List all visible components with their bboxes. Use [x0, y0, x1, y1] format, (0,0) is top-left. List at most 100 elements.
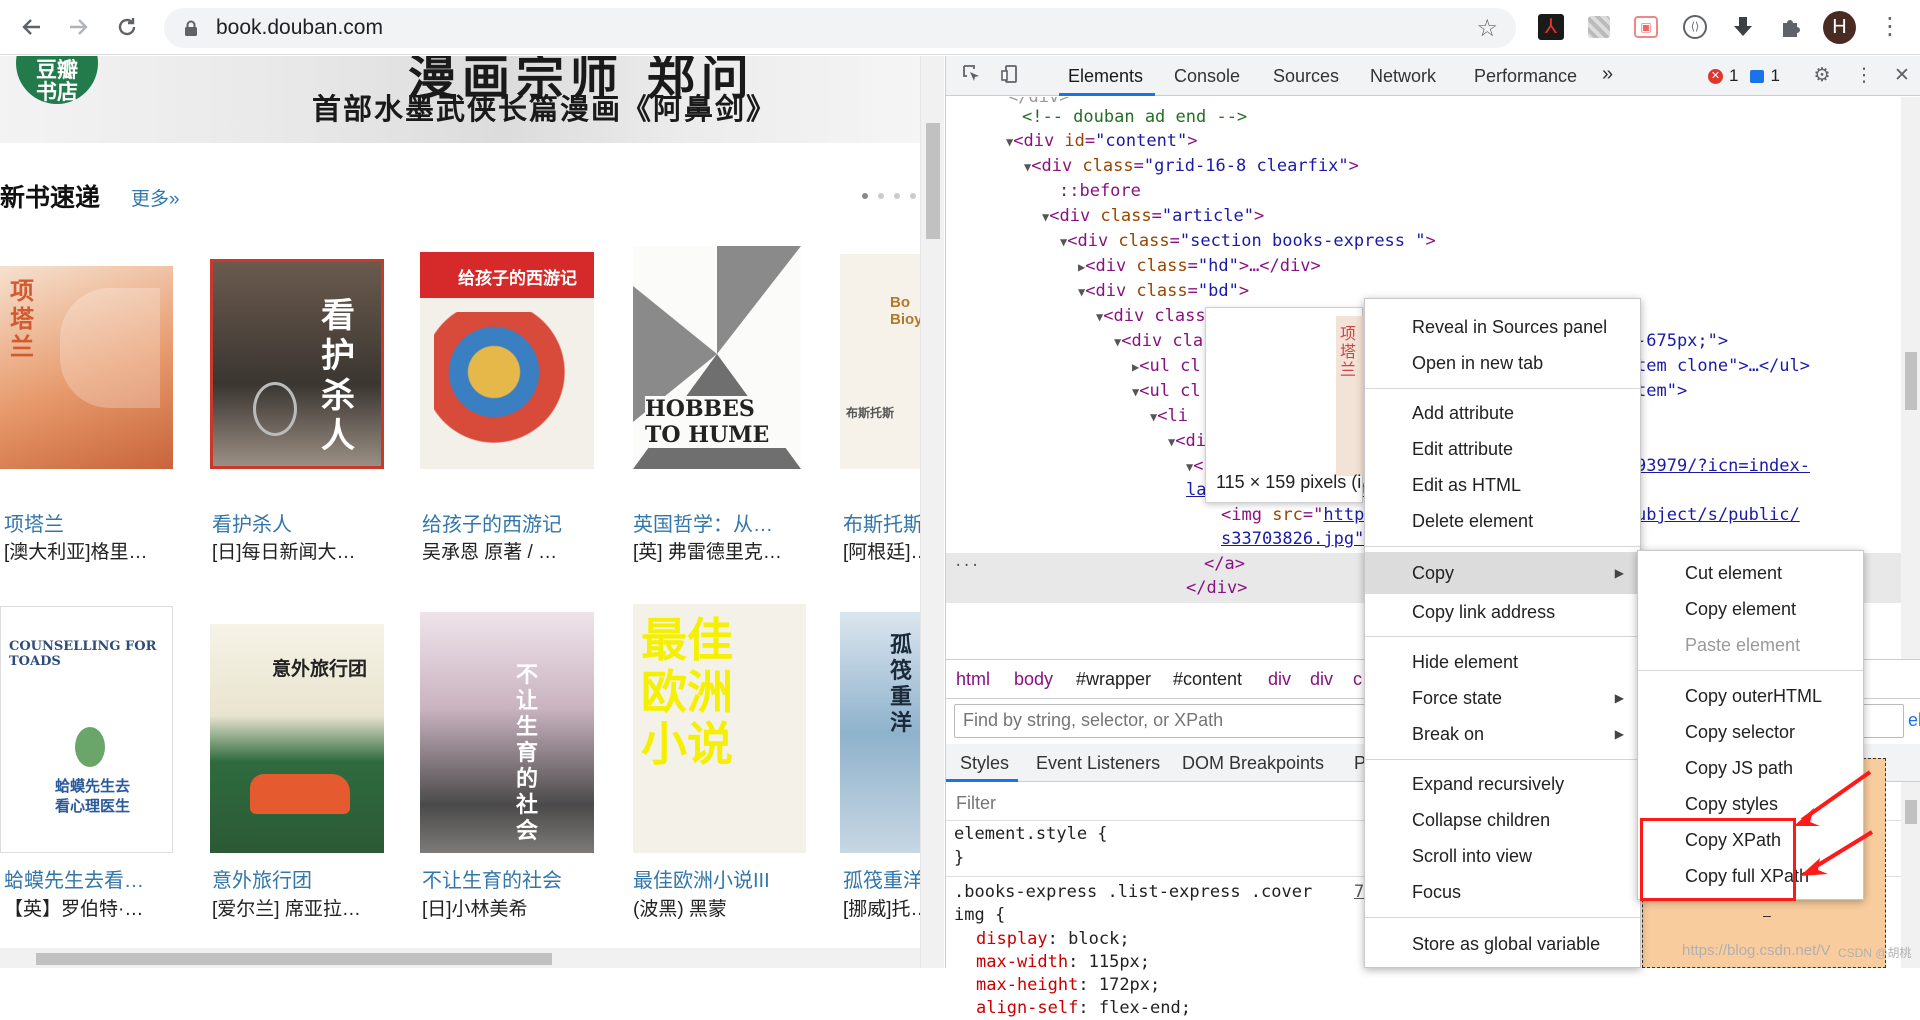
dom-line[interactable]: ▼<div class="article">: [1042, 204, 1264, 228]
scrollbar-thumb[interactable]: [926, 123, 940, 239]
grid-extension-icon[interactable]: [1584, 12, 1614, 42]
device-toolbar-icon[interactable]: [998, 64, 1022, 88]
url-text[interactable]: book.douban.com: [216, 16, 383, 40]
dom-line[interactable]: ▶<ul cl: [1132, 354, 1201, 378]
back-arrow-icon[interactable]: [16, 12, 46, 42]
breadcrumb-item[interactable]: #content: [1173, 669, 1242, 690]
scrollbar-thumb[interactable]: [1905, 352, 1917, 410]
scrollbar-thumb[interactable]: [1905, 800, 1917, 824]
dom-line-right[interactable]: 93979/?icn=index-: [1636, 454, 1810, 478]
menu-item-copy-outerhtml[interactable]: Copy outerHTML: [1638, 678, 1863, 714]
menu-item-focus[interactable]: Focus: [1365, 874, 1640, 910]
tab-sources[interactable]: Sources: [1273, 66, 1339, 87]
book-title[interactable]: 孤筏重洋: [843, 864, 920, 893]
dom-line[interactable]: ▼<div class="bd">: [1078, 279, 1249, 303]
devtools-menu-icon[interactable]: ⋮: [1852, 64, 1876, 88]
book-cover[interactable]: 意外旅行团: [210, 624, 384, 853]
ad-banner[interactable]: 豆瓣 书店 漫画宗师 郑问 首部水墨武侠长篇漫画《阿鼻剑》: [0, 56, 920, 143]
css-property[interactable]: display: block;: [976, 927, 1130, 951]
book-cover[interactable]: BoBioyC 布斯托斯: [840, 254, 920, 469]
breadcrumb-item[interactable]: c: [1353, 669, 1362, 690]
menu-item-edit-attribute[interactable]: Edit attribute: [1365, 431, 1640, 467]
dom-line-right[interactable]: ubject/s/public/: [1636, 503, 1800, 527]
book-cover[interactable]: COUNSELLING FOR TOADS 蛤蟆先生去看心理医生: [0, 606, 173, 853]
profile-avatar[interactable]: H: [1823, 11, 1856, 44]
scrollbar-thumb[interactable]: [36, 953, 552, 965]
reload-icon[interactable]: [112, 12, 142, 42]
dom-line[interactable]: <!-- douban ad end -->: [1022, 105, 1247, 129]
tab-elements[interactable]: Elements: [1068, 66, 1143, 87]
dom-line[interactable]: <img src="https: [1221, 503, 1375, 527]
tab-styles[interactable]: Styles: [960, 753, 1009, 774]
menu-item-copy[interactable]: Copy ▶: [1365, 552, 1640, 594]
menu-item-delete-element[interactable]: Delete element: [1365, 503, 1640, 539]
rule-selector[interactable]: .books-express .list-express .cover: [954, 880, 1312, 904]
tab-console[interactable]: Console: [1174, 66, 1240, 87]
book-cover[interactable]: 孤筏重洋: [840, 612, 920, 853]
dom-scrollbar[interactable]: [1901, 97, 1920, 659]
breadcrumb-item[interactable]: div: [1310, 669, 1333, 690]
download-icon[interactable]: [1728, 12, 1758, 42]
inspect-element-icon[interactable]: [960, 64, 984, 88]
book-title[interactable]: 意外旅行团: [212, 864, 312, 893]
carousel-dot[interactable]: [894, 193, 900, 199]
chrome-menu-icon[interactable]: ⋮: [1878, 12, 1902, 42]
code-extension-icon[interactable]: ⟨⟩: [1680, 12, 1710, 42]
tab-dom-breakpoints[interactable]: DOM Breakpoints: [1182, 753, 1324, 774]
book-title[interactable]: 给孩子的西游记: [422, 508, 562, 537]
menu-item-add-attribute[interactable]: Add attribute: [1365, 395, 1640, 431]
book-title[interactable]: 英国哲学：从…: [633, 508, 773, 537]
book-cover[interactable]: HOBBES TO HUME: [633, 246, 801, 469]
carousel-dot[interactable]: [878, 193, 884, 199]
book-cover[interactable]: 不让生育的社会: [420, 612, 594, 853]
book-title[interactable]: 不让生育的社会: [422, 864, 562, 893]
carousel-dots[interactable]: [862, 193, 916, 199]
book-title[interactable]: 蛤蟆先生去看…: [4, 864, 144, 893]
dom-line[interactable]: ::before: [1059, 179, 1141, 203]
menu-item-collapse-children[interactable]: Collapse children: [1365, 802, 1640, 838]
carousel-dot[interactable]: [862, 193, 868, 199]
menu-item-store-as-global[interactable]: Store as global variable: [1365, 926, 1640, 962]
dom-line[interactable]: ▼<di: [1168, 429, 1206, 453]
menu-item-copy-selector[interactable]: Copy selector: [1638, 714, 1863, 750]
translate-extension-icon[interactable]: ▣: [1631, 12, 1661, 42]
dom-line[interactable]: ▼<: [1186, 454, 1203, 478]
rule-source-link[interactable]: 7: [1354, 880, 1364, 904]
book-title[interactable]: 布斯托斯: [843, 508, 920, 537]
cancel-search-button[interactable]: el: [1908, 710, 1920, 731]
forward-arrow-icon[interactable]: [64, 12, 94, 42]
dom-line[interactable]: s33703826.jpg">: [1221, 527, 1375, 551]
issue-counters[interactable]: ✕ 1 1: [1708, 66, 1780, 86]
dom-line[interactable]: </a>: [1204, 552, 1245, 576]
breadcrumb-item[interactable]: body: [1014, 669, 1053, 690]
menu-item-force-state[interactable]: Force state ▶: [1365, 680, 1640, 716]
pdf-extension-icon[interactable]: ⅄: [1536, 12, 1566, 42]
puzzle-extensions-icon[interactable]: [1776, 12, 1806, 42]
menu-item-copy-link-address[interactable]: Copy link address: [1365, 594, 1640, 630]
dom-line[interactable]: ▼<li: [1150, 404, 1188, 428]
book-cover[interactable]: 给孩子的西游记: [420, 252, 594, 469]
close-devtools-icon[interactable]: ✕: [1890, 64, 1914, 88]
book-title[interactable]: 项塔兰: [4, 508, 64, 537]
breadcrumb-item[interactable]: html: [956, 669, 990, 690]
dom-line[interactable]: ▼<div cla: [1114, 329, 1203, 353]
ellipsis-icon[interactable]: ···: [954, 558, 979, 574]
address-bar[interactable]: book.douban.com ☆: [164, 8, 1516, 48]
dom-line[interactable]: ▼<div class="section books-express ">: [1060, 229, 1436, 253]
dom-line[interactable]: </div>: [1186, 576, 1247, 600]
menu-item-edit-as-html[interactable]: Edit as HTML: [1365, 467, 1640, 503]
styles-scrollbar[interactable]: [1901, 782, 1920, 968]
dom-line[interactable]: ▼<ul cl: [1132, 379, 1201, 403]
dom-line[interactable]: ▶<div class="hd">…</div>: [1078, 254, 1321, 278]
more-link[interactable]: 更多»: [131, 184, 180, 211]
book-cover[interactable]: 看护杀人: [210, 259, 384, 469]
element-style-rule[interactable]: element.style {: [954, 822, 1108, 846]
breadcrumb-item[interactable]: div: [1268, 669, 1291, 690]
book-cover[interactable]: 最佳欧洲小说: [633, 604, 806, 853]
book-title[interactable]: 看护杀人: [212, 508, 292, 537]
menu-item-expand-recursively[interactable]: Expand recursively: [1365, 766, 1640, 802]
bookmark-star-icon[interactable]: ☆: [1476, 14, 1498, 43]
css-property[interactable]: max-height: 172px;: [976, 973, 1160, 997]
css-property[interactable]: max-width: 115px;: [976, 950, 1150, 974]
book-cover[interactable]: 项塔兰: [0, 266, 173, 469]
